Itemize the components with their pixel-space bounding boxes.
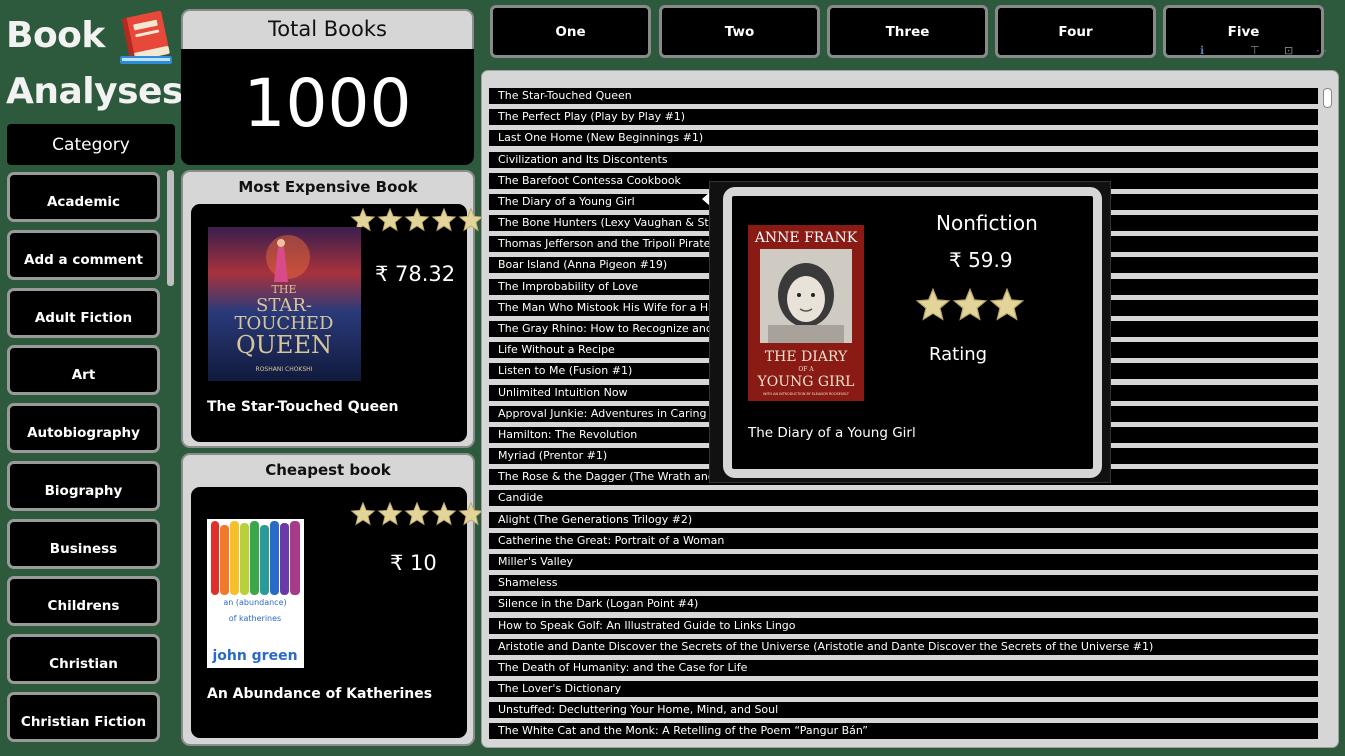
svg-text:THE DIARY: THE DIARY	[765, 349, 848, 365]
cheapest-price: ₹ 10	[390, 551, 437, 575]
book-cover-abundance-of-katherines: an (abundance) of katherines john green	[207, 519, 304, 668]
tooltip-rating	[915, 287, 1025, 323]
star-icon	[404, 501, 430, 526]
tab-one[interactable]: One	[490, 5, 651, 58]
tooltip-category: Nonfiction	[936, 211, 1038, 235]
focus-mode-icon[interactable]: ⊡	[1284, 44, 1293, 57]
svg-text:WITH AN INTRODUCTION BY ELEANO: WITH AN INTRODUCTION BY ELEANOR ROOSEVEL…	[763, 392, 850, 396]
book-cover-diary-of-a-young-girl: ANNE FRANK THE DIARY OF A YOUNG GIRL WIT…	[748, 225, 864, 401]
book-list-item[interactable]: Alight (The Generations Trilogy #2)	[489, 512, 1318, 528]
book-list-item[interactable]: How to Speak Golf: An Illustrated Guide …	[489, 618, 1318, 634]
svg-text:ROSHANI CHOKSHI: ROSHANI CHOKSHI	[256, 366, 313, 373]
svg-text:YOUNG GIRL: YOUNG GIRL	[757, 374, 855, 390]
most-expensive-book-title: The Star-Touched Queen	[207, 399, 399, 415]
tooltip-price: ₹ 59.9	[949, 248, 1013, 272]
book-list-item[interactable]: Unstuffed: Decluttering Your Home, Mind,…	[489, 702, 1318, 718]
visual-header-icons: ℹ ⊤ ⊡ ⋯	[1196, 44, 1336, 64]
category-art[interactable]: Art	[7, 345, 160, 395]
star-icon	[404, 207, 430, 232]
book-list-item[interactable]: Silence in the Dark (Logan Point #4)	[489, 596, 1318, 612]
total-books-title: Total Books	[268, 17, 387, 41]
book-list-item[interactable]: The Death of Humanity: and the Case for …	[489, 660, 1318, 676]
total-books-body: 1000	[181, 49, 474, 165]
category-add-a-comment[interactable]: Add a comment	[7, 230, 160, 280]
book-list-item[interactable]: Aristotle and Dante Discover the Secrets…	[489, 639, 1318, 655]
category-childrens[interactable]: Childrens	[7, 576, 160, 626]
book-list-item[interactable]: The Lover's Dictionary	[489, 681, 1318, 697]
cheapest-rating	[350, 501, 484, 527]
category-header: Category	[7, 124, 175, 165]
svg-text:OF A: OF A	[798, 366, 814, 373]
svg-text:ANNE FRANK: ANNE FRANK	[754, 230, 858, 246]
book-list-item[interactable]: Civilization and Its Discontents	[489, 152, 1318, 168]
book-list-item[interactable]: The Star-Touched Queen	[489, 88, 1318, 104]
book-list-item[interactable]: Shameless	[489, 575, 1318, 591]
star-icon	[431, 207, 457, 232]
tooltip-book-title: The Diary of a Young Girl	[748, 425, 916, 441]
tab-two[interactable]: Two	[659, 5, 820, 58]
info-icon[interactable]: ℹ	[1200, 44, 1204, 57]
more-options-icon[interactable]: ⋯	[1316, 44, 1327, 57]
book-list-scrollbar[interactable]	[1322, 86, 1333, 742]
books-icon	[116, 6, 178, 68]
star-icon	[915, 287, 951, 321]
book-list-item[interactable]: The White Cat and the Monk: A Retelling …	[489, 723, 1318, 739]
category-academic[interactable]: Academic	[7, 172, 160, 222]
tooltip-rating-label: Rating	[929, 344, 988, 365]
cheapest-title: Cheapest book	[265, 461, 391, 479]
tooltip-frame: ANNE FRANK THE DIARY OF A YOUNG GIRL WIT…	[723, 187, 1102, 478]
star-icon	[377, 501, 403, 526]
book-cover-star-touched-queen: THE STAR- TOUCHED QUEEN ROSHANI CHOKSHI	[208, 227, 361, 381]
book-list-item[interactable]: The Perfect Play (Play by Play #1)	[489, 109, 1318, 125]
tab-three[interactable]: Three	[827, 5, 988, 58]
category-christian-fiction[interactable]: Christian Fiction	[7, 692, 160, 742]
category-biography[interactable]: Biography	[7, 461, 160, 511]
category-christian[interactable]: Christian	[7, 634, 160, 684]
star-icon	[350, 501, 376, 526]
most-expensive-rating	[350, 207, 484, 233]
tooltip-body: ANNE FRANK THE DIARY OF A YOUNG GIRL WIT…	[732, 196, 1093, 469]
book-list-item[interactable]: Miller's Valley	[489, 554, 1318, 570]
total-books-card: Total Books 1000	[181, 9, 474, 165]
category-adult-fiction[interactable]: Adult Fiction	[7, 288, 160, 338]
book-list-item[interactable]: Catherine the Great: Portrait of a Woman	[489, 533, 1318, 549]
star-icon	[952, 287, 988, 321]
star-icon	[431, 501, 457, 526]
book-list-item[interactable]: Last One Home (New Beginnings #1)	[489, 130, 1318, 146]
total-books-value: 1000	[243, 65, 412, 142]
most-expensive-title: Most Expensive Book	[238, 178, 418, 196]
most-expensive-price: ₹ 78.32	[375, 262, 456, 286]
star-icon	[989, 287, 1025, 321]
book-list-item[interactable]: Candide	[489, 490, 1318, 506]
category-business[interactable]: Business	[7, 519, 160, 569]
filter-icon[interactable]: ⊤	[1250, 44, 1260, 57]
svg-text:john green: john green	[211, 648, 297, 664]
cheapest-book-title: An Abundance of Katherines	[207, 686, 433, 702]
svg-text:QUEEN: QUEEN	[236, 331, 332, 359]
category-autobiography[interactable]: Autobiography	[7, 403, 160, 453]
category-list: Academic Add a comment Adult Fiction Art…	[6, 170, 176, 756]
book-tooltip: ANNE FRANK THE DIARY OF A YOUNG GIRL WIT…	[709, 181, 1111, 483]
category-scrollbar[interactable]	[167, 170, 174, 286]
app-title-line2: Analyses	[6, 71, 183, 112]
star-icon	[377, 207, 403, 232]
svg-text:of katherines: of katherines	[229, 614, 281, 623]
svg-text:an (abundance): an (abundance)	[223, 598, 286, 607]
tab-four[interactable]: Four	[995, 5, 1156, 58]
book-list-scroll-thumb[interactable]	[1323, 88, 1332, 108]
